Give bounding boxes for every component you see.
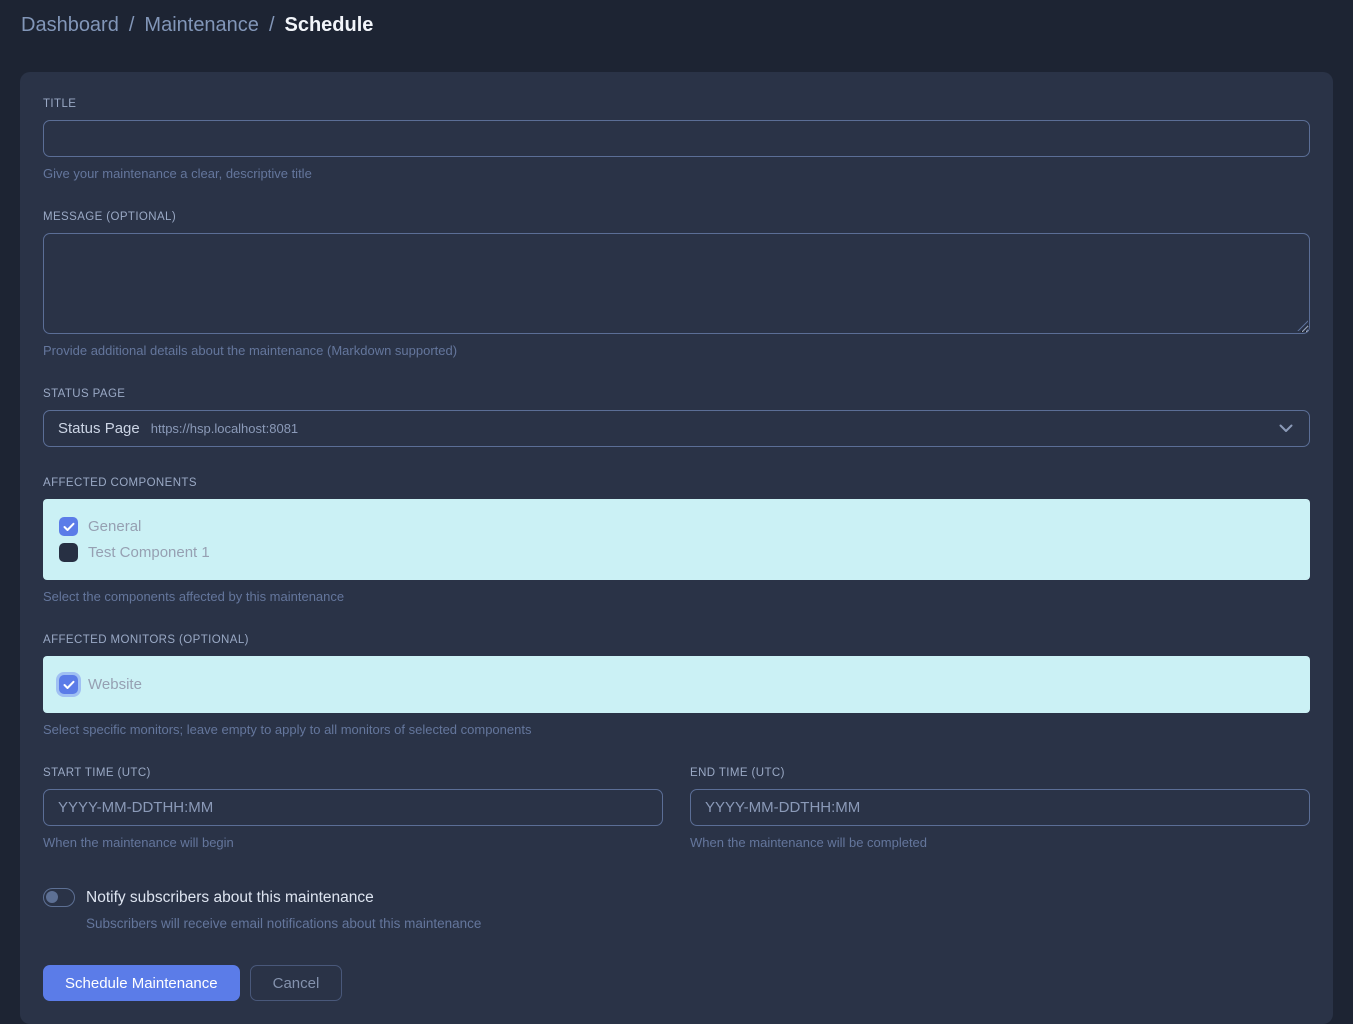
components-panel: General Test Component 1 xyxy=(43,499,1310,580)
monitor-option-label: Website xyxy=(88,676,142,693)
start-time-field-group: START TIME (UTC) When the maintenance wi… xyxy=(43,767,663,850)
form-actions-row: Schedule Maintenance Cancel xyxy=(43,965,1310,1001)
affected-monitors-helper: Select specific monitors; leave empty to… xyxy=(43,722,1310,737)
message-textarea[interactable] xyxy=(43,233,1310,334)
component-option-test-component-1[interactable]: Test Component 1 xyxy=(59,543,1294,562)
time-fields-row: START TIME (UTC) When the maintenance wi… xyxy=(43,767,1310,850)
affected-monitors-group: AFFECTED MONITORS (OPTIONAL) Website Sel… xyxy=(43,634,1310,737)
status-page-field-group: STATUS PAGE Status Page https://hsp.loca… xyxy=(43,388,1310,447)
title-input[interactable] xyxy=(43,120,1310,157)
checkbox-website[interactable] xyxy=(59,675,78,694)
affected-components-group: AFFECTED COMPONENTS General Test Compone… xyxy=(43,477,1310,604)
monitors-panel: Website xyxy=(43,656,1310,713)
breadcrumb-link-dashboard[interactable]: Dashboard xyxy=(21,14,119,37)
breadcrumb-current-page: Schedule xyxy=(285,14,374,37)
title-label: TITLE xyxy=(43,98,1310,110)
status-page-select[interactable]: Status Page https://hsp.localhost:8081 xyxy=(43,410,1310,447)
status-page-selected-name: Status Page xyxy=(58,420,140,437)
component-option-general[interactable]: General xyxy=(59,517,1294,536)
notify-subscribers-group: Notify subscribers about this maintenanc… xyxy=(43,888,1310,931)
affected-components-label: AFFECTED COMPONENTS xyxy=(43,477,1310,489)
notify-toggle[interactable] xyxy=(43,888,75,907)
check-icon xyxy=(63,522,75,532)
title-field-group: TITLE Give your maintenance a clear, des… xyxy=(43,98,1310,181)
end-time-field-group: END TIME (UTC) When the maintenance will… xyxy=(690,767,1310,850)
check-icon xyxy=(63,680,75,690)
top-header: Dashboard / Maintenance / Schedule xyxy=(0,0,1353,50)
breadcrumb-link-maintenance[interactable]: Maintenance xyxy=(144,14,259,37)
affected-components-helper: Select the components affected by this m… xyxy=(43,589,1310,604)
start-time-label: START TIME (UTC) xyxy=(43,767,663,779)
breadcrumb-separator: / xyxy=(129,14,135,37)
start-time-helper: When the maintenance will begin xyxy=(43,835,663,850)
message-helper: Provide additional details about the mai… xyxy=(43,343,1310,358)
toggle-knob-icon xyxy=(46,891,58,903)
chevron-down-icon xyxy=(1279,424,1293,433)
message-label: MESSAGE (OPTIONAL) xyxy=(43,211,1310,223)
affected-monitors-label: AFFECTED MONITORS (OPTIONAL) xyxy=(43,634,1310,646)
status-page-label: STATUS PAGE xyxy=(43,388,1310,400)
monitor-option-website[interactable]: Website xyxy=(59,675,1294,694)
checkbox-general[interactable] xyxy=(59,517,78,536)
breadcrumb-separator: / xyxy=(269,14,275,37)
component-option-label: General xyxy=(88,518,141,535)
end-time-input[interactable] xyxy=(690,789,1310,826)
breadcrumb: Dashboard / Maintenance / Schedule xyxy=(21,14,373,37)
schedule-maintenance-button[interactable]: Schedule Maintenance xyxy=(43,965,240,1001)
component-option-label: Test Component 1 xyxy=(88,544,210,561)
checkbox-test-component-1[interactable] xyxy=(59,543,78,562)
title-helper: Give your maintenance a clear, descripti… xyxy=(43,166,1310,181)
end-time-helper: When the maintenance will be completed xyxy=(690,835,1310,850)
cancel-button[interactable]: Cancel xyxy=(250,965,343,1001)
end-time-label: END TIME (UTC) xyxy=(690,767,1310,779)
status-page-selected-url: https://hsp.localhost:8081 xyxy=(151,421,298,436)
notify-toggle-label: Notify subscribers about this maintenanc… xyxy=(86,889,374,907)
message-field-group: MESSAGE (OPTIONAL) Provide additional de… xyxy=(43,211,1310,358)
start-time-input[interactable] xyxy=(43,789,663,826)
notify-helper: Subscribers will receive email notificat… xyxy=(86,916,1310,931)
maintenance-form-card: TITLE Give your maintenance a clear, des… xyxy=(20,72,1333,1024)
